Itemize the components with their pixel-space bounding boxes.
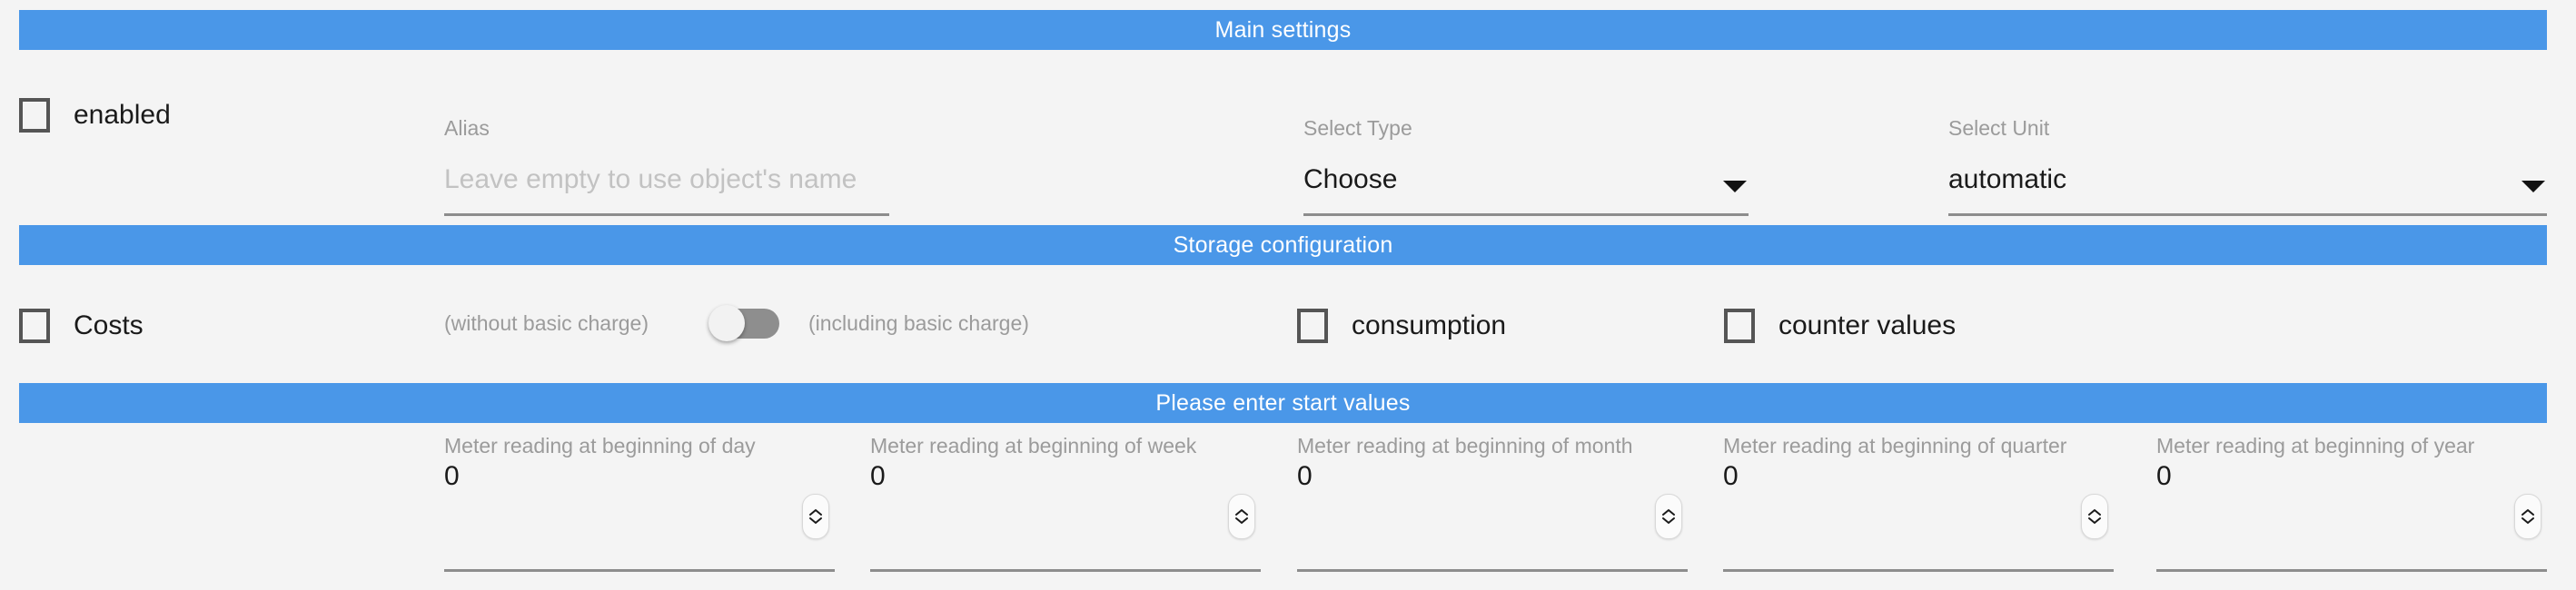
counter-values-checkbox-group[interactable]: counter values: [1724, 309, 1956, 343]
settings-form-page: Main settings enabled Alias Leave empty …: [0, 0, 2576, 590]
number-stepper-year[interactable]: [2514, 494, 2541, 539]
enabled-checkbox[interactable]: [19, 98, 50, 133]
start-value-input[interactable]: 0: [2156, 460, 2547, 493]
chevron-down-icon: [2088, 517, 2101, 524]
start-value-label: Meter reading at beginning of week: [870, 434, 1197, 457]
start-value-label: Meter reading at beginning of quarter: [1723, 434, 2067, 457]
start-value-field-quarter[interactable]: Meter reading at beginning of quarter 0: [1723, 434, 2114, 572]
alias-underline: [444, 213, 889, 216]
chevron-down-icon[interactable]: [2522, 181, 2545, 192]
select-unit-value[interactable]: automatic: [1948, 163, 2547, 196]
start-value-input[interactable]: 0: [870, 460, 1261, 493]
start-value-input[interactable]: 0: [1723, 460, 2114, 493]
toggle-knob[interactable]: [708, 305, 745, 341]
start-value-field-year[interactable]: Meter reading at beginning of year 0: [2156, 434, 2547, 572]
chevron-down-icon: [1235, 517, 1248, 524]
start-value-field-week[interactable]: Meter reading at beginning of week 0: [870, 434, 1261, 572]
number-stepper-month[interactable]: [1655, 494, 1682, 539]
section-header-storage-configuration: Storage configuration: [19, 225, 2547, 265]
start-value-underline: [444, 569, 835, 572]
chevron-down-icon[interactable]: [1723, 181, 1747, 192]
start-value-field-day[interactable]: Meter reading at beginning of day 0: [444, 434, 835, 572]
counter-values-checkbox[interactable]: [1724, 309, 1755, 343]
chevron-up-icon: [2088, 509, 2101, 516]
costs-label: Costs: [74, 310, 144, 340]
toggle-left-label: (without basic charge): [444, 311, 649, 335]
enabled-checkbox-group[interactable]: enabled: [19, 98, 171, 133]
select-type-label: Select Type: [1303, 116, 1412, 140]
alias-field[interactable]: Alias Leave empty to use object's name: [444, 116, 889, 216]
start-value-input[interactable]: 0: [444, 460, 835, 493]
costs-checkbox[interactable]: [19, 309, 50, 343]
start-value-underline: [1297, 569, 1688, 572]
alias-label: Alias: [444, 116, 490, 140]
toggle-right-label: (including basic charge): [808, 311, 1029, 335]
chevron-down-icon: [809, 517, 822, 524]
main-settings-row: enabled Alias Leave empty to use object'…: [0, 54, 2576, 216]
chevron-up-icon: [1662, 509, 1675, 516]
alias-input[interactable]: Leave empty to use object's name: [444, 163, 889, 196]
chevron-up-icon: [1235, 509, 1248, 516]
select-type-value[interactable]: Choose: [1303, 163, 1749, 196]
select-unit-field[interactable]: Select Unit automatic: [1948, 116, 2547, 216]
costs-checkbox-group[interactable]: Costs: [19, 309, 144, 343]
consumption-checkbox-group[interactable]: consumption: [1297, 309, 1506, 343]
start-value-field-month[interactable]: Meter reading at beginning of month 0: [1297, 434, 1688, 572]
start-value-underline: [2156, 569, 2547, 572]
counter-values-label: counter values: [1778, 310, 1957, 340]
number-stepper-quarter[interactable]: [2081, 494, 2108, 539]
section-header-start-values: Please enter start values: [19, 383, 2547, 423]
number-stepper-week[interactable]: [1228, 494, 1255, 539]
basic-charge-toggle[interactable]: [708, 305, 779, 341]
start-value-input[interactable]: 0: [1297, 460, 1688, 493]
chevron-down-icon: [2522, 517, 2534, 524]
select-unit-underline: [1948, 213, 2547, 216]
consumption-label: consumption: [1352, 310, 1507, 340]
start-value-underline: [870, 569, 1261, 572]
select-type-field[interactable]: Select Type Choose: [1303, 116, 1749, 216]
number-stepper-day[interactable]: [802, 494, 829, 539]
start-value-label: Meter reading at beginning of day: [444, 434, 756, 457]
chevron-up-icon: [2522, 509, 2534, 516]
select-unit-label: Select Unit: [1948, 116, 2050, 140]
consumption-checkbox[interactable]: [1297, 309, 1328, 343]
storage-configuration-row: Costs (without basic charge) (including …: [0, 290, 2576, 372]
start-value-label: Meter reading at beginning of month: [1297, 434, 1633, 457]
section-header-main-settings: Main settings: [19, 10, 2547, 50]
chevron-down-icon: [1662, 517, 1675, 524]
enabled-label: enabled: [74, 100, 171, 130]
start-value-label: Meter reading at beginning of year: [2156, 434, 2475, 457]
start-value-underline: [1723, 569, 2114, 572]
chevron-up-icon: [809, 509, 822, 516]
select-type-underline: [1303, 213, 1749, 216]
